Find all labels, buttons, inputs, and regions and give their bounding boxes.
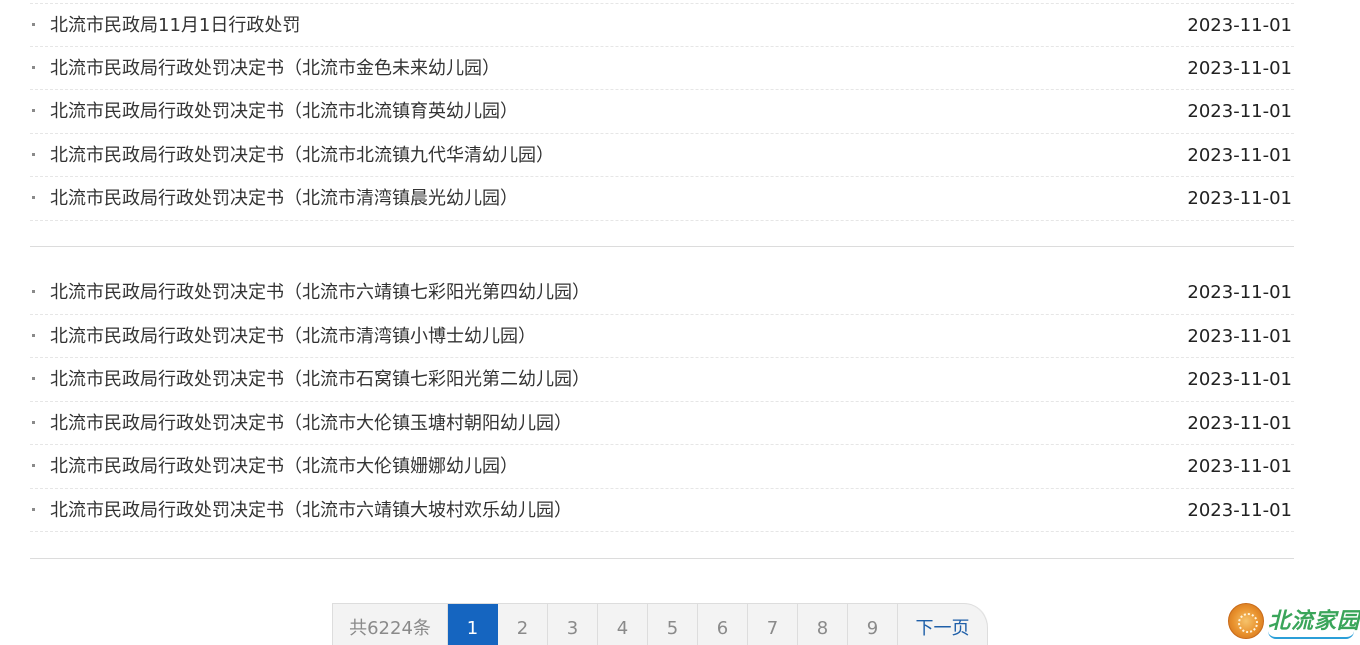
list-item: 北流市民政局11月1日行政处罚 2023-11-01 bbox=[30, 3, 1294, 47]
site-logo[interactable]: 北流家园 bbox=[1228, 601, 1359, 641]
news-title-link[interactable]: 北流市民政局行政处罚决定书（北流市六靖镇大坡村欢乐幼儿园） bbox=[50, 489, 572, 532]
list-item: 北流市民政局行政处罚决定书（北流市石窝镇七彩阳光第二幼儿园） 2023-11-01 bbox=[30, 358, 1294, 402]
list-item: 北流市民政局行政处罚决定书（北流市北流镇九代华清幼儿园） 2023-11-01 bbox=[30, 134, 1294, 177]
bullet-icon bbox=[32, 196, 35, 199]
news-title-link[interactable]: 北流市民政局行政处罚决定书（北流市北流镇育英幼儿园） bbox=[50, 90, 518, 133]
news-list: 北流市民政局行政处罚决定书（北流市六靖镇七彩阳光第四幼儿园） 2023-11-01… bbox=[30, 271, 1294, 532]
news-date: 2023-11-01 bbox=[1187, 144, 1292, 166]
news-date: 2023-11-01 bbox=[1187, 325, 1292, 347]
total-count: 共6224条 bbox=[333, 604, 448, 645]
list-item: 北流市民政局行政处罚决定书（北流市大伦镇玉塘村朝阳幼儿园） 2023-11-01 bbox=[30, 402, 1294, 445]
page-8-button[interactable]: 8 bbox=[798, 604, 848, 645]
news-title-link[interactable]: 北流市民政局行政处罚决定书（北流市大伦镇姗娜幼儿园） bbox=[50, 445, 518, 488]
pagination: 共6224条 1 2 3 4 5 6 7 8 9 下一页 bbox=[332, 603, 988, 645]
news-list: 北流市民政局11月1日行政处罚 2023-11-01 北流市民政局行政处罚决定书（… bbox=[30, 3, 1294, 221]
list-item: 北流市民政局行政处罚决定书（北流市大伦镇姗娜幼儿园） 2023-11-01 bbox=[30, 445, 1294, 489]
bullet-icon bbox=[32, 23, 35, 26]
page-6-button[interactable]: 6 bbox=[698, 604, 748, 645]
news-date: 2023-11-01 bbox=[1187, 57, 1292, 79]
list-item: 北流市民政局行政处罚决定书（北流市六靖镇大坡村欢乐幼儿园） 2023-11-01 bbox=[30, 489, 1294, 532]
list-item: 北流市民政局行政处罚决定书（北流市清湾镇晨光幼儿园） 2023-11-01 bbox=[30, 177, 1294, 221]
news-title-link[interactable]: 北流市民政局行政处罚决定书（北流市清湾镇小博士幼儿园） bbox=[50, 315, 536, 358]
bullet-icon bbox=[32, 420, 35, 424]
page-7-button[interactable]: 7 bbox=[748, 604, 798, 645]
bullet-icon bbox=[32, 464, 35, 467]
section-divider bbox=[30, 246, 1294, 247]
news-date: 2023-11-01 bbox=[1187, 282, 1292, 303]
news-title-link[interactable]: 北流市民政局行政处罚决定书（北流市六靖镇七彩阳光第四幼儿园） bbox=[50, 271, 590, 314]
bullet-icon bbox=[32, 152, 35, 156]
news-title-link[interactable]: 北流市民政局行政处罚决定书（北流市大伦镇玉塘村朝阳幼儿园） bbox=[50, 402, 572, 445]
list-item: 北流市民政局行政处罚决定书（北流市金色未来幼儿园） 2023-11-01 bbox=[30, 47, 1294, 90]
news-title-link[interactable]: 北流市民政局行政处罚决定书（北流市北流镇九代华清幼儿园） bbox=[50, 134, 554, 177]
news-title-link[interactable]: 北流市民政局行政处罚决定书（北流市清湾镇晨光幼儿园） bbox=[50, 177, 518, 220]
section-divider bbox=[30, 558, 1294, 559]
page-5-button[interactable]: 5 bbox=[648, 604, 698, 645]
news-date: 2023-11-01 bbox=[1187, 15, 1292, 36]
news-date: 2023-11-01 bbox=[1187, 456, 1292, 477]
news-title-link[interactable]: 北流市民政局11月1日行政处罚 bbox=[50, 4, 300, 47]
page-9-button[interactable]: 9 bbox=[848, 604, 898, 645]
news-date: 2023-11-01 bbox=[1187, 188, 1292, 209]
news-date: 2023-11-01 bbox=[1187, 369, 1292, 390]
page: 北流市民政局11月1日行政处罚 2023-11-01 北流市民政局行政处罚决定书（… bbox=[0, 0, 1360, 645]
seal-icon bbox=[1228, 603, 1264, 639]
page-3-button[interactable]: 3 bbox=[548, 604, 598, 645]
news-title-link[interactable]: 北流市民政局行政处罚决定书（北流市金色未来幼儿园） bbox=[50, 47, 500, 90]
news-date: 2023-11-01 bbox=[1187, 499, 1292, 521]
page-1-button[interactable]: 1 bbox=[448, 604, 498, 645]
list-item: 北流市民政局行政处罚决定书（北流市清湾镇小博士幼儿园） 2023-11-01 bbox=[30, 315, 1294, 358]
list-item: 北流市民政局行政处罚决定书（北流市六靖镇七彩阳光第四幼儿园） 2023-11-01 bbox=[30, 271, 1294, 315]
bullet-icon bbox=[32, 290, 35, 293]
bullet-icon bbox=[32, 109, 35, 112]
page-2-button[interactable]: 2 bbox=[498, 604, 548, 645]
bullet-icon bbox=[32, 65, 35, 69]
news-date: 2023-11-01 bbox=[1187, 101, 1292, 122]
news-date: 2023-11-01 bbox=[1187, 412, 1292, 434]
news-title-link[interactable]: 北流市民政局行政处罚决定书（北流市石窝镇七彩阳光第二幼儿园） bbox=[50, 358, 590, 401]
next-page-button[interactable]: 下一页 bbox=[898, 604, 988, 645]
bullet-icon bbox=[32, 333, 35, 337]
bullet-icon bbox=[32, 507, 35, 511]
bullet-icon bbox=[32, 377, 35, 380]
wave-icon bbox=[1268, 631, 1354, 639]
list-item: 北流市民政局行政处罚决定书（北流市北流镇育英幼儿园） 2023-11-01 bbox=[30, 90, 1294, 134]
page-4-button[interactable]: 4 bbox=[598, 604, 648, 645]
